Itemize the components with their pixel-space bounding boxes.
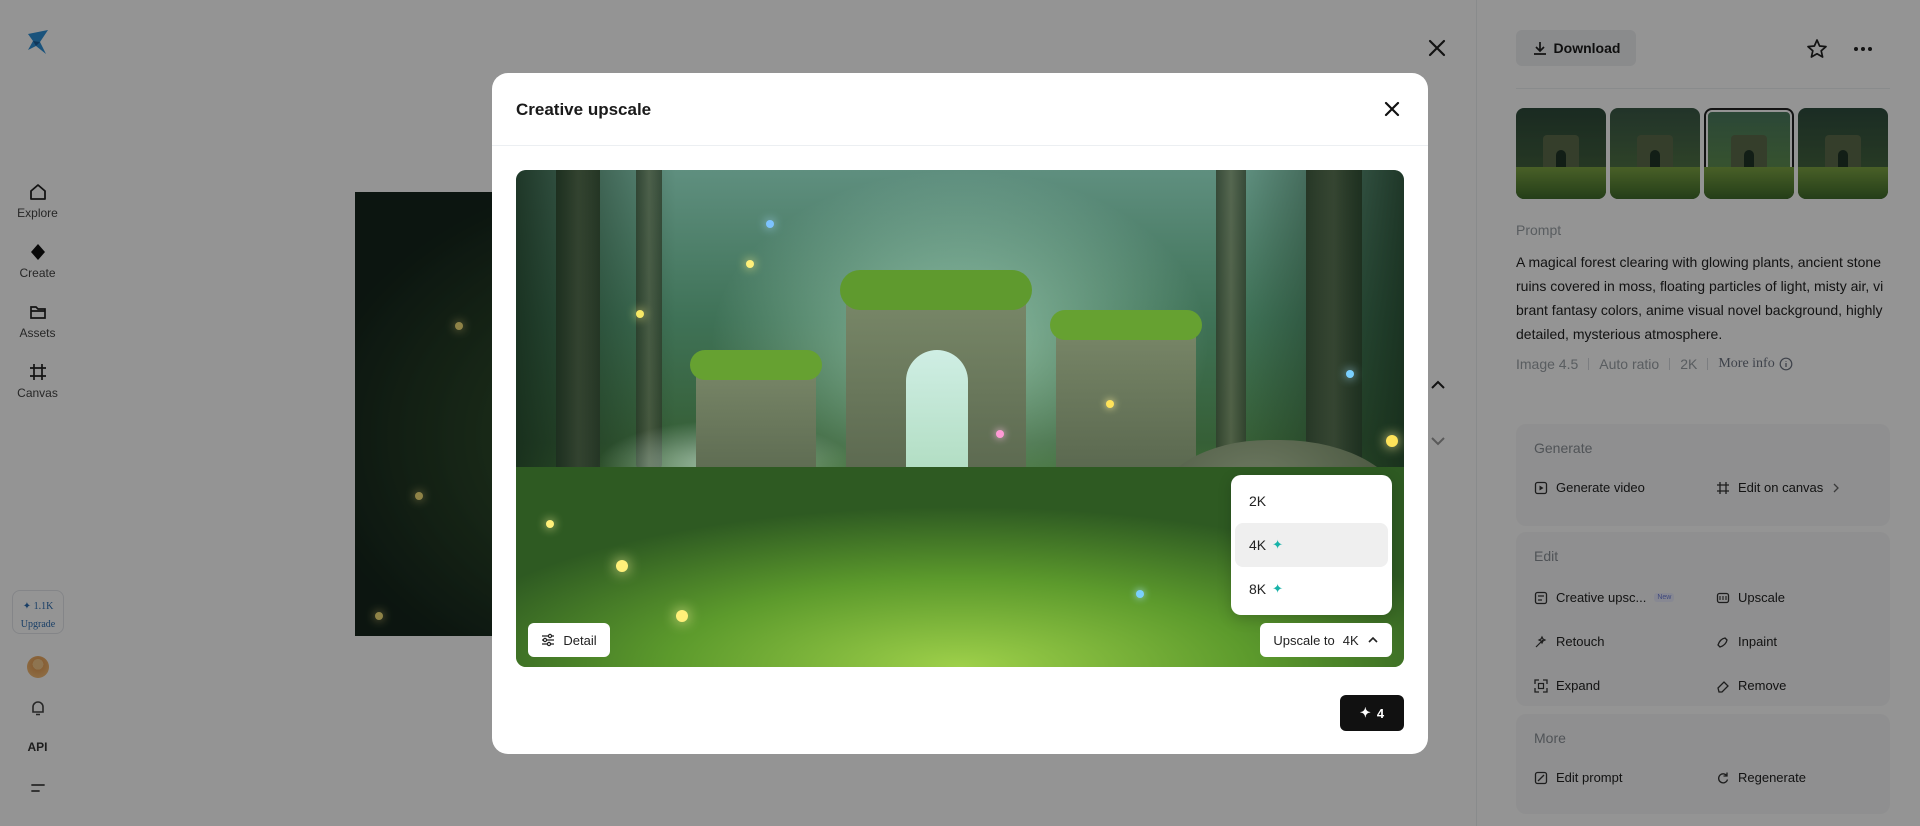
- option-8k[interactable]: 8K ✦: [1235, 567, 1388, 611]
- dialog-title: Creative upscale: [516, 100, 652, 119]
- close-icon[interactable]: [1382, 99, 1402, 119]
- option-2k[interactable]: 2K: [1235, 479, 1388, 523]
- upscale-resolution-select[interactable]: Upscale to 4K: [1260, 623, 1392, 657]
- sparkle-icon: ✦: [1272, 581, 1284, 596]
- sparkle-icon: ✦: [1272, 537, 1284, 552]
- sparkle-icon: ✦: [1359, 705, 1371, 720]
- resolution-dropdown-menu: 2K 4K ✦ 8K ✦: [1231, 475, 1392, 615]
- upscale-value: 4K: [1342, 632, 1359, 648]
- sliders-icon: [542, 633, 555, 647]
- chevron-up-icon: [1368, 636, 1378, 643]
- option-4k[interactable]: 4K ✦: [1235, 523, 1388, 567]
- option-2k-label: 2K: [1249, 493, 1267, 509]
- creative-upscale-dialog: Creative upscale Detail 2K 4K ✦ 8K ✦ Ups…: [492, 73, 1428, 754]
- start-upscale-button[interactable]: ✦ 4: [1340, 695, 1404, 731]
- detail-label: Detail: [563, 632, 597, 648]
- dialog-separator: [492, 145, 1428, 146]
- credit-cost: 4: [1376, 705, 1385, 721]
- upscale-prefix-label: Upscale to: [1273, 632, 1335, 648]
- option-4k-label: 4K: [1249, 537, 1267, 553]
- option-8k-label: 8K: [1249, 581, 1267, 597]
- detail-button[interactable]: Detail: [528, 623, 610, 657]
